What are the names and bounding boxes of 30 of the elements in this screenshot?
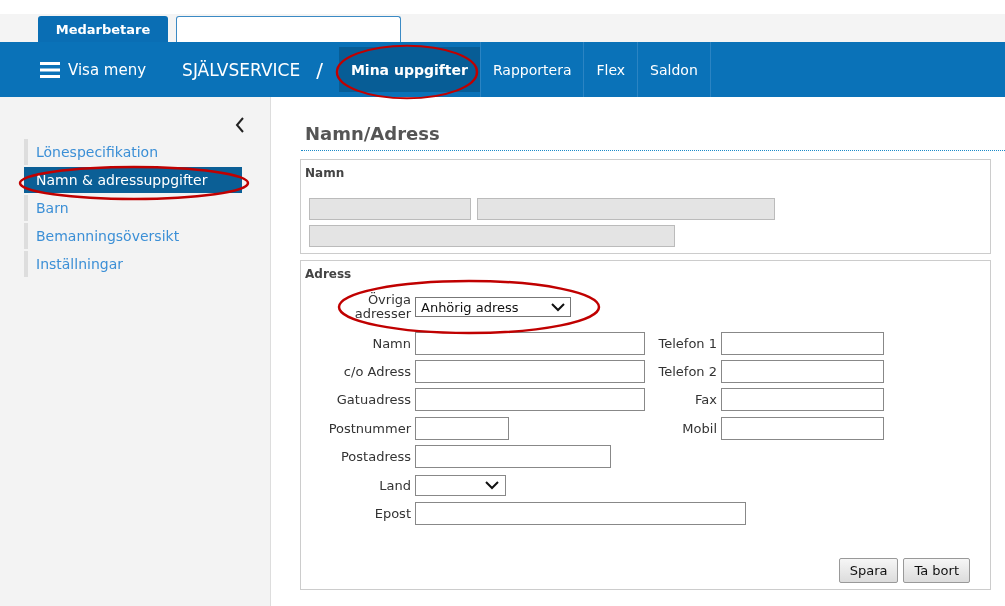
- field-label: Namn: [371, 335, 411, 351]
- sidebar-item[interactable]: Lönespecifikation: [28, 139, 242, 165]
- field-label: Fax: [694, 392, 717, 408]
- field-label: Postnummer: [327, 420, 411, 436]
- field-label: Övriga adresser: [353, 293, 411, 321]
- field-label: Epost: [373, 506, 411, 522]
- field-label: Gatuadress: [335, 392, 411, 408]
- field-label: Land: [378, 477, 411, 493]
- delete-button[interactable]: Ta bort: [903, 558, 970, 583]
- panel-title: Adress: [304, 266, 353, 283]
- sidebar-item[interactable]: Barn: [28, 195, 242, 221]
- field-label: Mobil: [681, 420, 717, 436]
- address-type-dropdown[interactable]: Anhörig adress: [415, 297, 571, 317]
- section-title: SJÄLVSERVICE: [182, 59, 301, 80]
- tab[interactable]: Medarbetare: [38, 16, 168, 42]
- nav-item[interactable]: Mina uppgifter: [338, 47, 480, 92]
- nav-item[interactable]: Rapportera: [480, 42, 584, 97]
- field-label: Telefon 2: [657, 364, 717, 380]
- nav-item[interactable]: Flex: [584, 42, 638, 97]
- page-title: Namn/Adress: [301, 123, 1005, 151]
- save-button[interactable]: Spara: [838, 558, 899, 583]
- nav-item[interactable]: Saldon: [638, 42, 710, 97]
- sidebar-item[interactable]: Inställningar: [28, 251, 242, 277]
- menu-button[interactable]: Visa meny: [0, 42, 147, 97]
- field-label: c/o Adress: [342, 364, 411, 380]
- panel-title: Namn: [304, 165, 346, 182]
- sidebar-item[interactable]: Bemanningsöversikt: [28, 223, 242, 249]
- breadcrumb-separator: /: [316, 57, 323, 82]
- field-label: Telefon 1: [657, 335, 717, 351]
- field-label: Postadress: [339, 449, 411, 465]
